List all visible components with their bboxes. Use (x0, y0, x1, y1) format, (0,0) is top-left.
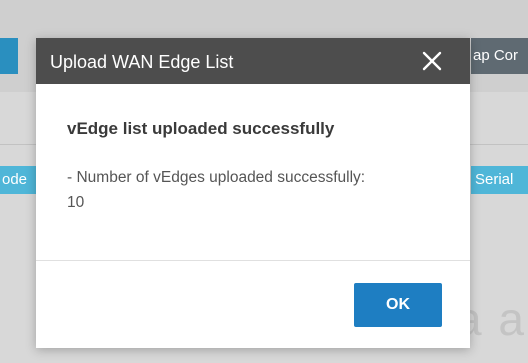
background-button-right-label: ap Cor (473, 47, 519, 64)
background-column-left-label: ode (2, 171, 28, 188)
dialog-body: vEdge list uploaded successfully - Numbe… (36, 84, 470, 258)
dialog-title: Upload WAN Edge List (50, 52, 234, 72)
ok-button[interactable]: OK (354, 283, 442, 327)
close-icon (422, 51, 442, 71)
background-column-right-label: Serial (475, 171, 514, 188)
upload-dialog: Upload WAN Edge List vEdge list uploaded… (36, 38, 470, 348)
upload-count-label: - Number of vEdges uploaded successfully… (67, 169, 366, 186)
upload-count-text: - Number of vEdges uploaded successfully… (67, 165, 447, 215)
background-column-header-right: Serial (471, 166, 528, 194)
background-column-header-left: ode (0, 166, 38, 194)
close-button[interactable] (416, 45, 448, 77)
footer-divider (36, 260, 470, 261)
page: ap Cor ode Serial a a Upload WAN Edge Li… (0, 0, 528, 363)
background-button-right: ap Cor (471, 38, 528, 74)
upload-count-value: 10 (67, 194, 85, 211)
dialog-header: Upload WAN Edge List (36, 38, 470, 84)
background-button-left (0, 38, 18, 74)
success-heading: vEdge list uploaded successfully (67, 119, 335, 138)
